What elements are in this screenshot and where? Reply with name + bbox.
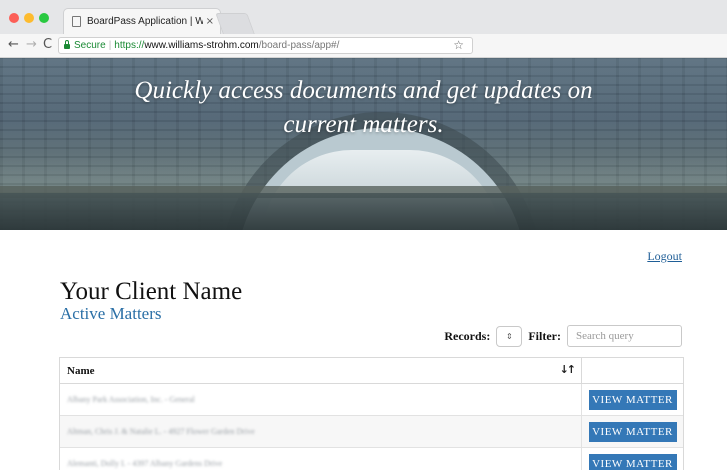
hero-tagline-line1: Quickly access documents and get updates… [134, 77, 593, 104]
matter-name: Alemanti, Dolly I. - 4397 Albany Gardens… [67, 459, 223, 468]
name-column-header[interactable]: Name ↓↑ [60, 358, 582, 383]
action-cell: VIEW MATTER [582, 421, 683, 442]
table-row: Albany Park Association, Inc. - General … [60, 384, 683, 416]
page-icon [72, 16, 81, 27]
matter-name-cell: Alemanti, Dolly I. - 4397 Albany Gardens… [60, 448, 582, 470]
browser-window: BoardPass Application | William × ← → C … [0, 0, 727, 470]
water-reflection [0, 193, 727, 230]
view-matter-button[interactable]: VIEW MATTER [588, 389, 677, 410]
back-arrow-icon[interactable]: ← [8, 37, 19, 53]
forward-arrow-icon[interactable]: → [26, 37, 37, 53]
records-select[interactable]: ⇕ [496, 325, 523, 347]
name-column-label: Name [67, 364, 95, 377]
url-scheme: https:// [114, 40, 145, 51]
url-host: www.williams-strohm.com [144, 40, 259, 51]
bookmark-star-icon[interactable]: ☆ [453, 38, 464, 52]
tab-title: BoardPass Application | William [87, 16, 203, 27]
view-matter-button[interactable]: VIEW MATTER [588, 421, 677, 442]
table-row: Alemanti, Dolly I. - 4397 Albany Gardens… [60, 448, 683, 470]
matter-name: Albany Park Association, Inc. - General [67, 395, 195, 404]
hero-tagline-line2: current matters. [283, 111, 444, 138]
address-separator: | [108, 40, 112, 51]
browser-tab[interactable]: BoardPass Application | William × [63, 8, 221, 34]
sort-icon[interactable]: ↓↑ [560, 363, 577, 376]
logout-link[interactable]: Logout [647, 249, 682, 264]
tab-bar: BoardPass Application | William × [0, 0, 727, 34]
matter-name-cell: Albany Park Association, Inc. - General [60, 384, 582, 415]
matter-name-cell: Altman, Chris J. & Natalie L. - 4927 Flo… [60, 416, 582, 447]
minimize-window-button[interactable] [24, 13, 34, 23]
maximize-window-button[interactable] [39, 13, 49, 23]
address-bar[interactable]: Secure | https://www.williams-strohm.com… [58, 37, 473, 54]
hero-tagline: Quickly access documents and get updates… [100, 74, 627, 142]
matters-table: Name ↓↑ Albany Park Association, Inc. - … [59, 357, 684, 470]
filter-label: Filter: [528, 328, 561, 343]
client-name-heading: Your Client Name [60, 278, 243, 305]
matter-name: Altman, Chris J. & Natalie L. - 4927 Flo… [67, 427, 255, 436]
hero-banner: Quickly access documents and get updates… [0, 58, 727, 230]
secure-label: Secure [74, 40, 106, 51]
tab-close-icon[interactable]: × [206, 16, 214, 27]
table-controls: Records: ⇕ Filter: [444, 325, 682, 347]
lock-icon [64, 40, 70, 49]
search-input[interactable] [567, 325, 682, 347]
table-header-row: Name ↓↑ [60, 358, 683, 384]
section-title: Active Matters [60, 304, 162, 323]
close-window-button[interactable] [9, 13, 19, 23]
action-cell: VIEW MATTER [582, 389, 683, 410]
browser-toolbar: ← → C Secure | https://www.williams-stro… [0, 34, 727, 58]
new-tab-button[interactable] [215, 13, 255, 34]
table-row: Altman, Chris J. & Natalie L. - 4927 Flo… [60, 416, 683, 448]
url-path: /board-pass/app#/ [258, 40, 340, 51]
reload-icon[interactable]: C [43, 37, 52, 53]
select-arrows-icon: ⇕ [505, 331, 513, 341]
action-column-header [582, 358, 683, 383]
action-cell: VIEW MATTER [582, 453, 683, 470]
records-label: Records: [444, 328, 491, 343]
view-matter-button[interactable]: VIEW MATTER [588, 453, 677, 470]
